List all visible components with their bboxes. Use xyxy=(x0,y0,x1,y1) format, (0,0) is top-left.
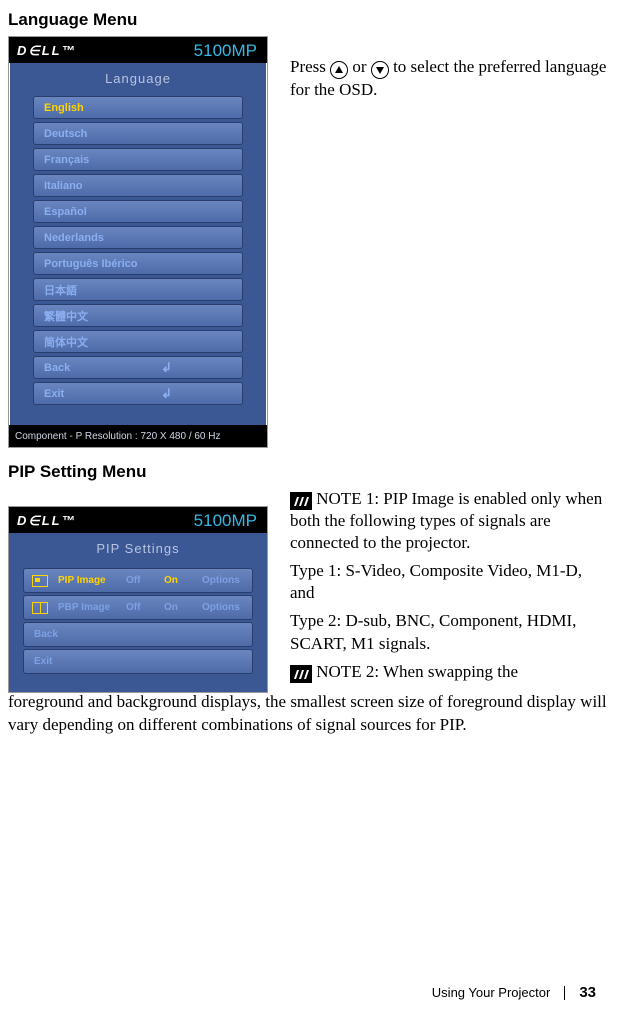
pip-icon xyxy=(32,575,48,587)
osd-exit[interactable]: Exit ↲ xyxy=(33,382,243,405)
osd2-back[interactable]: Back xyxy=(23,622,253,647)
osd2-title: PIP Settings xyxy=(9,533,267,566)
type1-text: Type 1: S-Video, Composite Video, M1-D, … xyxy=(290,560,608,604)
back-arrow-icon: ↲ xyxy=(161,360,172,376)
osd-title: Language xyxy=(9,63,267,96)
pbp-image-row[interactable]: PBP Image Off On Options xyxy=(23,595,253,620)
exit-arrow-icon: ↲ xyxy=(161,386,172,402)
pip-options: Options xyxy=(202,575,242,586)
up-arrow-icon xyxy=(330,61,348,79)
note2-continued: foreground and background displays, the … xyxy=(8,691,608,737)
osd2-list: PIP Image Off On Options PBP Image Off O… xyxy=(9,566,267,692)
model-number: 5100MP xyxy=(194,41,257,61)
section-language: D∈LL™ 5100MP Language English Deutsch Fr… xyxy=(8,36,608,448)
lang-nederlands[interactable]: Nederlands xyxy=(33,226,243,249)
footer-separator xyxy=(564,986,565,1000)
heading-pip-menu: PIP Setting Menu xyxy=(8,462,608,482)
type2-text: Type 2: D-sub, BNC, Component, HDMI, SCA… xyxy=(290,610,608,654)
note-icon2 xyxy=(290,665,312,683)
lang-simp-chinese[interactable]: 简体中文 xyxy=(33,330,243,353)
note-icon xyxy=(290,492,312,510)
note2a-text: NOTE 2: When swapping the xyxy=(312,662,518,681)
pbp-icon xyxy=(32,602,48,614)
pip-on: On xyxy=(164,575,192,586)
pbp-off: Off xyxy=(126,602,154,613)
osd-header: D∈LL™ 5100MP xyxy=(9,37,267,63)
osd2-header: D∈LL™ 5100MP xyxy=(9,507,267,533)
lang-trad-chinese[interactable]: 繁體中文 xyxy=(33,304,243,327)
osd-language-list: English Deutsch Français Italiano Españo… xyxy=(9,96,267,425)
model-number2: 5100MP xyxy=(194,511,257,531)
osd-language-menu: D∈LL™ 5100MP Language English Deutsch Fr… xyxy=(8,36,268,448)
page-footer: Using Your Projector 33 xyxy=(432,984,596,1001)
exit-label: Exit xyxy=(44,388,64,400)
lang-japanese[interactable]: 日本語 xyxy=(33,278,243,301)
lang-francais[interactable]: Français xyxy=(33,148,243,171)
osd2-back-label: Back xyxy=(34,629,58,640)
osd-pip-settings: D∈LL™ 5100MP PIP Settings PIP Image Off … xyxy=(8,506,268,693)
down-arrow-icon xyxy=(371,61,389,79)
page-number: 33 xyxy=(579,984,596,1001)
osd2-exit-label: Exit xyxy=(34,656,52,667)
osd-footer-status: Component - P Resolution : 720 X 480 / 6… xyxy=(9,425,267,447)
osd2-exit[interactable]: Exit xyxy=(23,649,253,674)
pbp-on: On xyxy=(164,602,192,613)
lang-italiano[interactable]: Italiano xyxy=(33,174,243,197)
note1-text: NOTE 1: PIP Image is enabled only when b… xyxy=(290,489,602,552)
pip-label: PIP Image xyxy=(58,575,116,586)
note2-start: NOTE 2: When swapping the xyxy=(290,661,608,683)
pbp-options: Options xyxy=(202,602,242,613)
text-part2: or xyxy=(352,57,370,76)
pbp-label: PBP Image xyxy=(58,602,116,613)
lang-espanol[interactable]: Español xyxy=(33,200,243,223)
back-label: Back xyxy=(44,362,70,374)
pip-image-row[interactable]: PIP Image Off On Options xyxy=(23,568,253,593)
pip-notes: NOTE 1: PIP Image is enabled only when b… xyxy=(290,488,608,683)
section-pip: D∈LL™ 5100MP PIP Settings PIP Image Off … xyxy=(8,488,608,693)
dell-logo: D∈LL™ xyxy=(17,43,77,59)
language-instruction: Press or to select the preferred languag… xyxy=(290,36,608,101)
lang-deutsch[interactable]: Deutsch xyxy=(33,122,243,145)
osd-back[interactable]: Back ↲ xyxy=(33,356,243,379)
heading-language-menu: Language Menu xyxy=(8,10,608,30)
lang-portugues[interactable]: Português Ibérico xyxy=(33,252,243,275)
pip-off: Off xyxy=(126,575,154,586)
dell-logo2: D∈LL™ xyxy=(17,513,77,529)
footer-chapter: Using Your Projector xyxy=(432,985,551,1000)
lang-english[interactable]: English xyxy=(33,96,243,119)
text-part1: Press xyxy=(290,57,330,76)
note1-para: NOTE 1: PIP Image is enabled only when b… xyxy=(290,488,608,554)
